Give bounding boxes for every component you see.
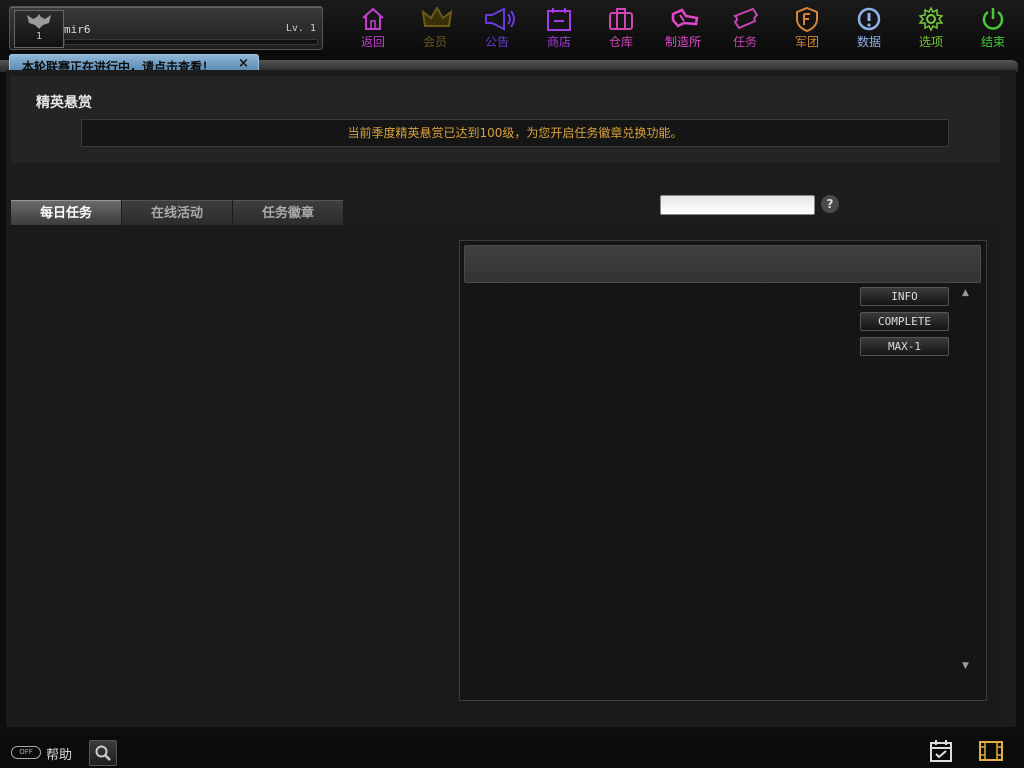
player-info-panel[interactable]: 1 mir6 Lv. 1 bbox=[9, 6, 323, 50]
complete-button[interactable]: COMPLETE bbox=[860, 312, 949, 331]
main-nav: 返回 会员 公告 商店 仓库 制造所 任务 军团 数据 选项 结束 bbox=[342, 0, 1024, 52]
search-icon bbox=[95, 745, 111, 761]
nav-label: 返回 bbox=[360, 35, 385, 49]
nav-exit[interactable]: 结束 bbox=[962, 0, 1024, 52]
player-name: mir6 bbox=[64, 23, 91, 36]
info-icon bbox=[857, 7, 881, 31]
tab-daily-quests[interactable]: 每日任务 bbox=[11, 200, 121, 226]
power-icon bbox=[982, 8, 1004, 30]
film-icon bbox=[979, 741, 1003, 761]
scroll-up-icon[interactable]: ▲ bbox=[962, 288, 969, 298]
gear-icon bbox=[918, 6, 944, 32]
nav-storage[interactable]: 仓库 bbox=[590, 0, 652, 52]
info-button[interactable]: INFO bbox=[860, 287, 949, 306]
xp-bar bbox=[64, 39, 318, 45]
nav-label: 公告 bbox=[484, 35, 509, 49]
nav-shop[interactable]: 商店 bbox=[528, 0, 590, 52]
search-button[interactable] bbox=[89, 740, 117, 766]
megaphone-icon bbox=[485, 7, 515, 31]
film-button[interactable] bbox=[978, 740, 1004, 766]
bottom-bar bbox=[0, 735, 1024, 768]
nav-notice[interactable]: 公告 bbox=[466, 0, 528, 52]
bounty-message: 当前季度精英悬赏已达到100级，为您开启任务徽章兑换功能。 bbox=[81, 119, 949, 147]
tab-quest-badges[interactable]: 任务徽章 bbox=[233, 200, 343, 226]
craft-icon bbox=[671, 8, 699, 28]
nav-data[interactable]: 数据 bbox=[838, 0, 900, 52]
tab-online-events[interactable]: 在线活动 bbox=[122, 200, 232, 226]
nav-label: 会员 bbox=[422, 35, 447, 49]
nav-label: 任务 bbox=[732, 35, 757, 49]
help-toggle[interactable]: OFF bbox=[11, 746, 41, 759]
ticket-icon bbox=[732, 7, 759, 30]
bounty-title: 精英悬赏 bbox=[36, 95, 92, 111]
shield-icon bbox=[796, 6, 818, 32]
max-1-button[interactable]: MAX-1 bbox=[860, 337, 949, 356]
nav-label: 数据 bbox=[856, 35, 881, 49]
nav-quest[interactable]: 任务 bbox=[714, 0, 776, 52]
player-silhouette-icon bbox=[27, 14, 51, 29]
close-icon[interactable]: × bbox=[238, 56, 249, 71]
scroll-down-icon[interactable]: ▼ bbox=[962, 661, 969, 671]
nav-label: 军团 bbox=[794, 35, 819, 49]
calendar-button[interactable] bbox=[929, 739, 953, 767]
help-label[interactable]: 帮助 bbox=[46, 744, 72, 763]
nav-label: 商店 bbox=[546, 35, 571, 49]
crown-icon bbox=[422, 6, 452, 27]
player-level: Lv. 1 bbox=[285, 23, 316, 34]
nav-label: 结束 bbox=[980, 35, 1005, 49]
nav-legion[interactable]: 军团 bbox=[776, 0, 838, 52]
detail-panel bbox=[459, 240, 987, 701]
nav-options[interactable]: 选项 bbox=[900, 0, 962, 52]
briefcase-icon bbox=[609, 8, 633, 30]
search-input[interactable] bbox=[660, 195, 815, 215]
detail-panel-header bbox=[464, 245, 981, 283]
help-question-icon[interactable]: ? bbox=[821, 195, 839, 213]
nav-craft[interactable]: 制造所 bbox=[652, 0, 714, 52]
nav-back[interactable]: 返回 bbox=[342, 0, 404, 52]
nav-label: 选项 bbox=[918, 35, 943, 49]
home-icon bbox=[362, 7, 384, 30]
nav-label: 制造所 bbox=[664, 35, 701, 49]
shop-icon bbox=[547, 8, 571, 31]
nav-vip[interactable]: 会员 bbox=[404, 0, 466, 52]
player-avatar[interactable]: 1 bbox=[14, 10, 64, 48]
avatar-level: 1 bbox=[35, 31, 43, 42]
nav-label: 仓库 bbox=[608, 35, 633, 49]
calendar-check-icon bbox=[930, 740, 952, 762]
